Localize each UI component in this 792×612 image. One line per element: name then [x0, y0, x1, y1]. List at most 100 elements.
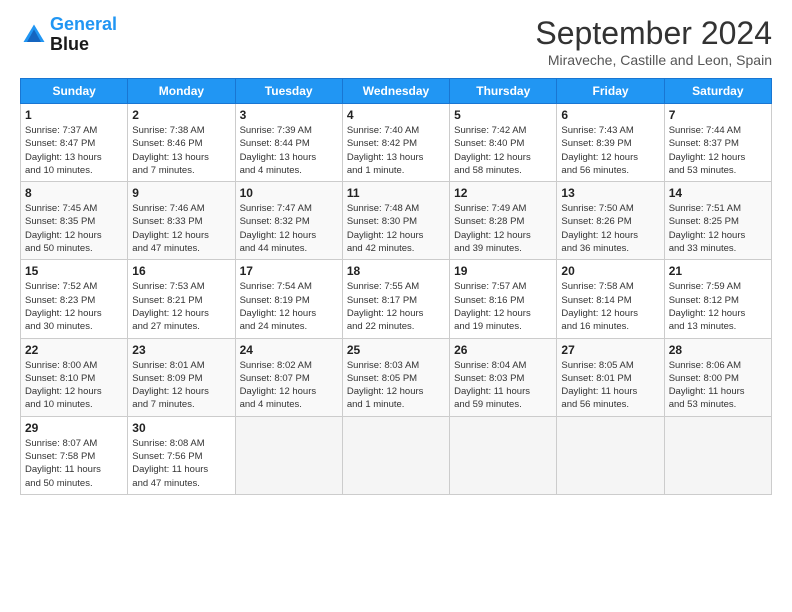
day-info: Sunrise: 8:03 AMSunset: 8:05 PMDaylight:…: [347, 359, 445, 412]
day-info: Sunrise: 7:52 AMSunset: 8:23 PMDaylight:…: [25, 280, 123, 333]
day-info: Sunrise: 7:39 AMSunset: 8:44 PMDaylight:…: [240, 124, 338, 177]
day-info: Sunrise: 8:01 AMSunset: 8:09 PMDaylight:…: [132, 359, 230, 412]
day-number: 6: [561, 108, 659, 122]
day-cell: 30 Sunrise: 8:08 AMSunset: 7:56 PMDayligh…: [128, 416, 235, 494]
day-number: 21: [669, 264, 767, 278]
day-info: Sunrise: 7:55 AMSunset: 8:17 PMDaylight:…: [347, 280, 445, 333]
day-info: Sunrise: 7:50 AMSunset: 8:26 PMDaylight:…: [561, 202, 659, 255]
day-info: Sunrise: 7:44 AMSunset: 8:37 PMDaylight:…: [669, 124, 767, 177]
day-cell: 26Sunrise: 8:04 AMSunset: 8:03 PMDayligh…: [450, 338, 557, 416]
day-info: Sunrise: 7:57 AMSunset: 8:16 PMDaylight:…: [454, 280, 552, 333]
week-row-2: 8 Sunrise: 7:45 AMSunset: 8:35 PMDaylight…: [21, 182, 772, 260]
day-number: 3: [240, 108, 338, 122]
day-cell: 27Sunrise: 8:05 AMSunset: 8:01 PMDayligh…: [557, 338, 664, 416]
day-info: Sunrise: 7:48 AMSunset: 8:30 PMDaylight:…: [347, 202, 445, 255]
day-info: Sunrise: 8:00 AMSunset: 8:10 PMDaylight:…: [25, 359, 123, 412]
day-number: 18: [347, 264, 445, 278]
day-number: 22: [25, 343, 123, 357]
day-cell: 6 Sunrise: 7:43 AMSunset: 8:39 PMDaylight…: [557, 104, 664, 182]
day-cell: [557, 416, 664, 494]
day-cell: 25 Sunrise: 8:03 AMSunset: 8:05 PMDayligh…: [342, 338, 449, 416]
day-info: Sunrise: 7:42 AMSunset: 8:40 PMDaylight:…: [454, 124, 552, 177]
day-info: Sunrise: 7:46 AMSunset: 8:33 PMDaylight:…: [132, 202, 230, 255]
day-cell: 20 Sunrise: 7:58 AMSunset: 8:14 PMDayligh…: [557, 260, 664, 338]
day-cell: 4 Sunrise: 7:40 AMSunset: 8:42 PMDaylight…: [342, 104, 449, 182]
day-header-tuesday: Tuesday: [235, 79, 342, 104]
day-header-saturday: Saturday: [664, 79, 771, 104]
day-cell: [664, 416, 771, 494]
day-info: Sunrise: 7:54 AMSunset: 8:19 PMDaylight:…: [240, 280, 338, 333]
day-number: 28: [669, 343, 767, 357]
day-number: 20: [561, 264, 659, 278]
title-block: September 2024 Miraveche, Castille and L…: [535, 15, 772, 68]
day-cell: 22 Sunrise: 8:00 AMSunset: 8:10 PMDayligh…: [21, 338, 128, 416]
day-info: Sunrise: 8:08 AMSunset: 7:56 PMDaylight:…: [132, 437, 230, 490]
day-number: 14: [669, 186, 767, 200]
day-cell: 8 Sunrise: 7:45 AMSunset: 8:35 PMDaylight…: [21, 182, 128, 260]
day-cell: 23 Sunrise: 8:01 AMSunset: 8:09 PMDayligh…: [128, 338, 235, 416]
day-info: Sunrise: 7:37 AMSunset: 8:47 PMDaylight:…: [25, 124, 123, 177]
day-info: Sunrise: 8:07 AMSunset: 7:58 PMDaylight:…: [25, 437, 123, 490]
day-cell: 5 Sunrise: 7:42 AMSunset: 8:40 PMDaylight…: [450, 104, 557, 182]
day-number: 1: [25, 108, 123, 122]
logo: General Blue: [20, 15, 117, 55]
day-info: Sunrise: 8:06 AMSunset: 8:00 PMDaylight:…: [669, 359, 767, 412]
day-number: 8: [25, 186, 123, 200]
day-number: 15: [25, 264, 123, 278]
day-header-monday: Monday: [128, 79, 235, 104]
calendar-table: SundayMondayTuesdayWednesdayThursdayFrid…: [20, 78, 772, 495]
day-number: 19: [454, 264, 552, 278]
day-header-sunday: Sunday: [21, 79, 128, 104]
day-cell: 10Sunrise: 7:47 AMSunset: 8:32 PMDayligh…: [235, 182, 342, 260]
day-header-row: SundayMondayTuesdayWednesdayThursdayFrid…: [21, 79, 772, 104]
day-cell: 13 Sunrise: 7:50 AMSunset: 8:26 PMDayligh…: [557, 182, 664, 260]
page: General Blue September 2024 Miraveche, C…: [0, 0, 792, 612]
day-number: 2: [132, 108, 230, 122]
day-header-thursday: Thursday: [450, 79, 557, 104]
day-cell: 14 Sunrise: 7:51 AMSunset: 8:25 PMDayligh…: [664, 182, 771, 260]
day-cell: 2 Sunrise: 7:38 AMSunset: 8:46 PMDaylight…: [128, 104, 235, 182]
day-info: Sunrise: 8:02 AMSunset: 8:07 PMDaylight:…: [240, 359, 338, 412]
day-info: Sunrise: 7:47 AMSunset: 8:32 PMDaylight:…: [240, 202, 338, 255]
day-number: 11: [347, 186, 445, 200]
day-number: 29: [25, 421, 123, 435]
day-number: 23: [132, 343, 230, 357]
week-row-5: 29 Sunrise: 8:07 AMSunset: 7:58 PMDayligh…: [21, 416, 772, 494]
month-title: September 2024: [535, 15, 772, 52]
day-number: 12: [454, 186, 552, 200]
week-row-3: 15 Sunrise: 7:52 AMSunset: 8:23 PMDayligh…: [21, 260, 772, 338]
day-cell: [235, 416, 342, 494]
day-cell: 29 Sunrise: 8:07 AMSunset: 7:58 PMDayligh…: [21, 416, 128, 494]
day-info: Sunrise: 7:45 AMSunset: 8:35 PMDaylight:…: [25, 202, 123, 255]
day-number: 26: [454, 343, 552, 357]
day-number: 13: [561, 186, 659, 200]
day-number: 5: [454, 108, 552, 122]
day-header-friday: Friday: [557, 79, 664, 104]
day-cell: 16 Sunrise: 7:53 AMSunset: 8:21 PMDayligh…: [128, 260, 235, 338]
week-row-1: 1 Sunrise: 7:37 AMSunset: 8:47 PMDaylight…: [21, 104, 772, 182]
day-cell: 3 Sunrise: 7:39 AMSunset: 8:44 PMDaylight…: [235, 104, 342, 182]
day-number: 30: [132, 421, 230, 435]
day-cell: 11 Sunrise: 7:48 AMSunset: 8:30 PMDayligh…: [342, 182, 449, 260]
day-number: 7: [669, 108, 767, 122]
logo-icon: [20, 21, 48, 49]
day-cell: [450, 416, 557, 494]
day-cell: 28 Sunrise: 8:06 AMSunset: 8:00 PMDayligh…: [664, 338, 771, 416]
day-number: 16: [132, 264, 230, 278]
day-cell: 18 Sunrise: 7:55 AMSunset: 8:17 PMDayligh…: [342, 260, 449, 338]
day-cell: 24Sunrise: 8:02 AMSunset: 8:07 PMDayligh…: [235, 338, 342, 416]
day-info: Sunrise: 7:43 AMSunset: 8:39 PMDaylight:…: [561, 124, 659, 177]
day-info: Sunrise: 7:40 AMSunset: 8:42 PMDaylight:…: [347, 124, 445, 177]
day-cell: 15 Sunrise: 7:52 AMSunset: 8:23 PMDayligh…: [21, 260, 128, 338]
week-row-4: 22 Sunrise: 8:00 AMSunset: 8:10 PMDayligh…: [21, 338, 772, 416]
day-info: Sunrise: 7:58 AMSunset: 8:14 PMDaylight:…: [561, 280, 659, 333]
day-cell: 21Sunrise: 7:59 AMSunset: 8:12 PMDayligh…: [664, 260, 771, 338]
day-number: 25: [347, 343, 445, 357]
day-info: Sunrise: 7:51 AMSunset: 8:25 PMDaylight:…: [669, 202, 767, 255]
day-number: 9: [132, 186, 230, 200]
day-cell: 1 Sunrise: 7:37 AMSunset: 8:47 PMDaylight…: [21, 104, 128, 182]
day-info: Sunrise: 7:38 AMSunset: 8:46 PMDaylight:…: [132, 124, 230, 177]
day-info: Sunrise: 7:53 AMSunset: 8:21 PMDaylight:…: [132, 280, 230, 333]
logo-text: General Blue: [50, 15, 117, 55]
day-number: 4: [347, 108, 445, 122]
